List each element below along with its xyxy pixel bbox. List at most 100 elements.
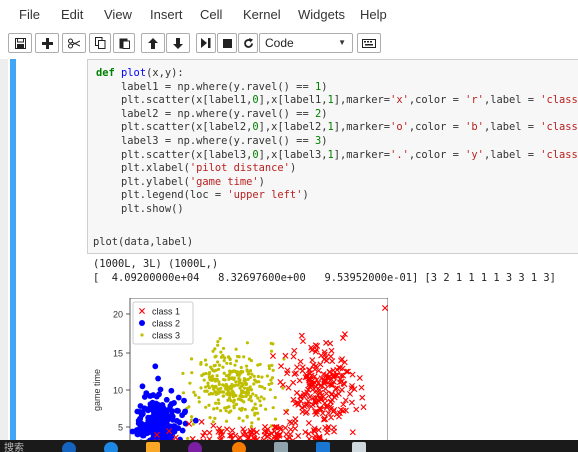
cut-icon	[68, 38, 80, 48]
class-3-point	[232, 400, 236, 404]
class-3-point	[217, 401, 221, 405]
paste-icon	[119, 38, 130, 49]
move-up-button[interactable]	[141, 33, 165, 53]
class-3-point	[197, 396, 201, 400]
class-3-point	[256, 396, 260, 400]
code-editor[interactable]: def plot(x,y): label1 = np.where(y.ravel…	[96, 67, 578, 217]
class-3-point	[265, 374, 269, 378]
arrow-up-icon	[148, 37, 158, 49]
legend-label: class 1	[152, 307, 180, 317]
command-palette-button[interactable]	[357, 33, 381, 53]
class-3-point	[212, 364, 216, 368]
class-3-point	[262, 397, 266, 401]
class-3-point	[224, 409, 228, 413]
move-down-button[interactable]	[166, 33, 190, 53]
class-3-point	[192, 390, 196, 394]
class-3-point	[215, 374, 219, 378]
class-2-point	[168, 387, 175, 394]
class-3-point	[214, 401, 218, 405]
class-3-point	[243, 407, 247, 412]
class-3-point	[258, 399, 262, 403]
menu-view[interactable]: View	[104, 7, 132, 22]
y-axis-label: game time	[92, 369, 102, 411]
restart-icon	[243, 37, 253, 48]
code-text: def plot(x,y): label1 = np.where(y.ravel…	[96, 67, 578, 215]
menu-insert[interactable]: Insert	[150, 7, 183, 22]
class-3-point	[210, 374, 215, 378]
class-3-point	[255, 380, 259, 384]
class-2-point	[139, 410, 146, 417]
class-3-point	[237, 416, 241, 420]
taskbar-search-text[interactable]: 搜索	[4, 440, 24, 452]
class-3-point	[225, 392, 229, 396]
menu-help[interactable]: Help	[360, 7, 387, 22]
class-3-point	[245, 390, 249, 394]
code-cell-input[interactable]: def plot(x,y): label1 = np.where(y.ravel…	[87, 59, 578, 254]
class-2-point	[139, 428, 146, 435]
app-icon[interactable]	[188, 442, 202, 452]
class-3-point	[238, 394, 243, 398]
class-3-point	[217, 363, 222, 367]
class-3-point	[221, 346, 226, 351]
class-3-point	[242, 355, 246, 359]
class-3-point	[181, 371, 185, 375]
run-button[interactable]	[196, 33, 216, 53]
copy-icon	[94, 37, 105, 49]
class-3-point	[241, 383, 245, 387]
class-3-point	[230, 382, 234, 387]
class-3-point	[268, 388, 272, 392]
menu-kernel[interactable]: Kernel	[243, 7, 281, 22]
class-3-point	[181, 391, 186, 395]
class-2-point	[164, 434, 170, 440]
app-icon-3[interactable]	[274, 442, 288, 452]
save-button[interactable]	[8, 33, 32, 53]
menu-edit[interactable]: Edit	[61, 7, 83, 22]
app-icon-5[interactable]	[352, 442, 366, 452]
class-3-point	[197, 400, 201, 404]
class-3-point	[254, 407, 258, 411]
class-3-point	[251, 392, 255, 396]
class-3-point	[273, 417, 278, 421]
class-3-point	[213, 416, 217, 420]
cut-button[interactable]	[62, 33, 86, 53]
browser-icon[interactable]	[104, 442, 118, 452]
code-call-line[interactable]: plot(data,label)	[93, 236, 193, 248]
y-tick-label: 20	[113, 310, 123, 320]
class-3-point	[233, 363, 237, 367]
copy-button[interactable]	[89, 33, 111, 53]
class-3-point	[245, 341, 250, 345]
interrupt-button[interactable]	[217, 33, 237, 53]
class-3-point	[273, 395, 277, 400]
class-2-point	[142, 422, 148, 429]
task-view-icon[interactable]	[62, 442, 76, 452]
app-icon-4[interactable]	[316, 442, 330, 452]
toolbar: Code ▼	[0, 30, 578, 60]
class-2-point	[150, 392, 157, 398]
cell-selection-bar	[10, 59, 16, 440]
paste-button[interactable]	[113, 33, 135, 53]
class-3-point	[207, 372, 211, 376]
class-3-point	[217, 382, 221, 386]
insert-cell-button[interactable]	[35, 33, 59, 53]
output-shape-line: (1000L, 3L) (1000L,)	[93, 258, 219, 270]
menu-file[interactable]: File	[19, 7, 40, 22]
class-3-point	[245, 369, 249, 373]
app-icon-2[interactable]	[232, 442, 246, 452]
menu-widgets[interactable]: Widgets	[298, 7, 345, 22]
restart-button[interactable]	[238, 33, 258, 53]
menu-cell[interactable]: Cell	[200, 7, 222, 22]
folder-icon[interactable]	[146, 442, 160, 452]
class-3-point	[189, 357, 194, 361]
class-3-point	[264, 407, 268, 411]
class-3-point	[216, 343, 220, 347]
class-3-point	[256, 374, 260, 379]
class-3-point	[213, 347, 217, 351]
step-forward-icon	[201, 38, 211, 48]
cell-type-select[interactable]: Code ▼	[259, 33, 353, 53]
class-3-point	[221, 377, 226, 382]
class-3-point	[267, 364, 271, 368]
class-3-point	[220, 390, 225, 394]
class-3-point	[234, 359, 239, 363]
class-3-point	[259, 395, 263, 399]
class-3-point	[230, 376, 234, 380]
